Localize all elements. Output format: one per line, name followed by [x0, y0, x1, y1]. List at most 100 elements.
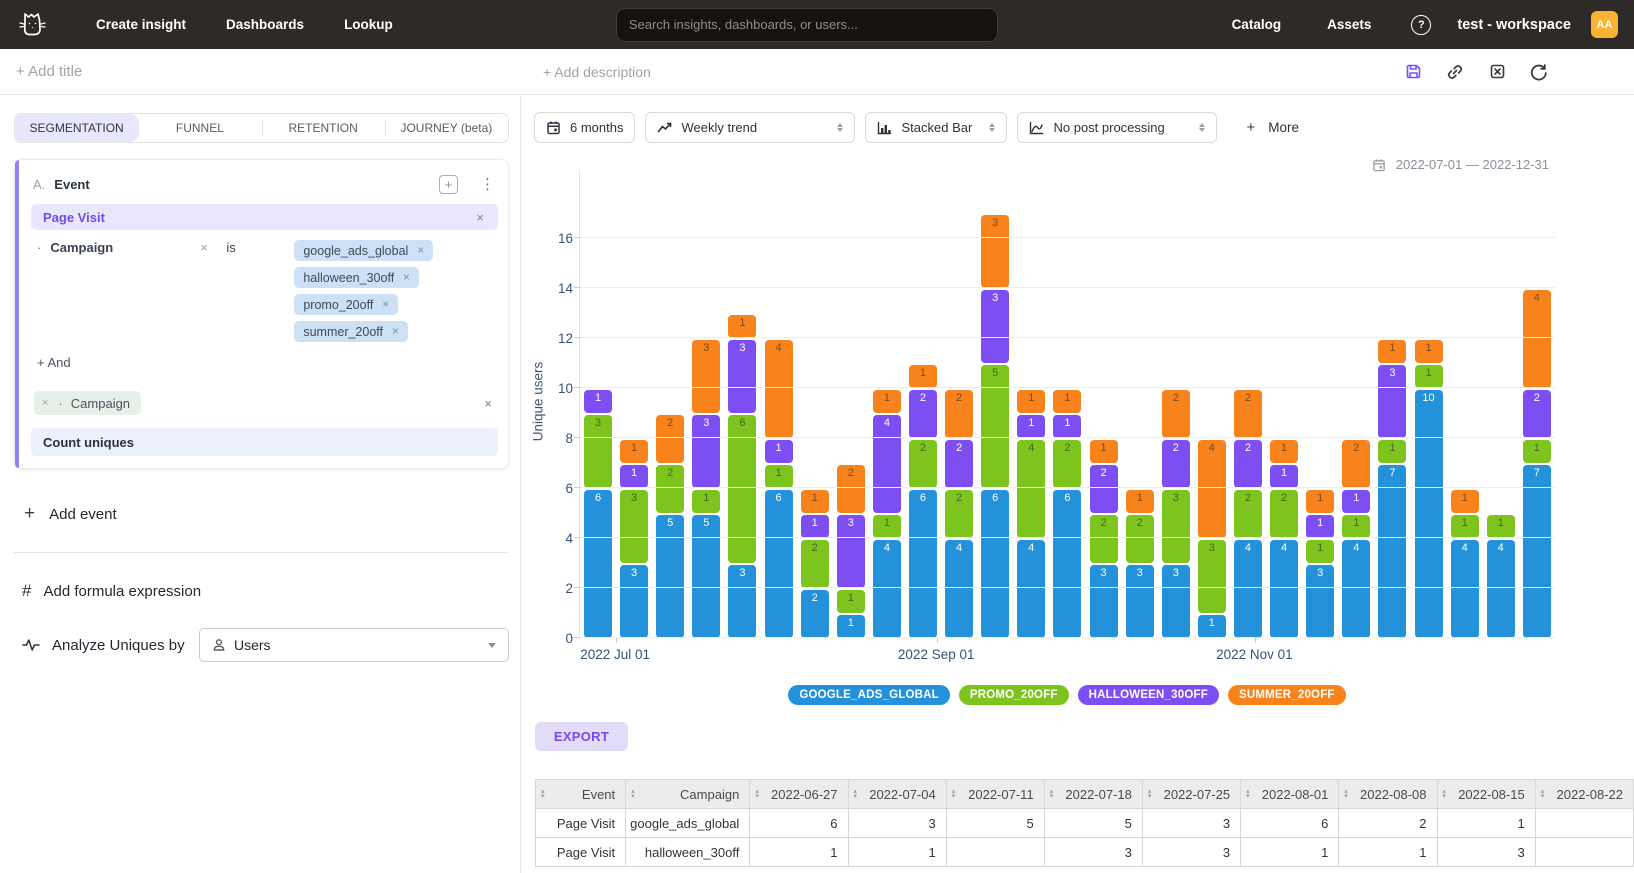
filter-value-chip[interactable]: halloween_30off× [294, 267, 419, 288]
tab-segmentation[interactable]: SEGMENTATION [15, 114, 138, 142]
bar-segment-summer-20off[interactable]: 1 [1270, 440, 1298, 463]
filter-value-chip[interactable]: summer_20off× [294, 321, 407, 342]
bar-segment-google-ads-global[interactable]: 3 [1090, 565, 1118, 638]
refresh-icon[interactable] [1530, 63, 1548, 81]
bar-segment-halloween-30off[interactable]: 2 [1090, 465, 1118, 513]
column-header-2022-08-01[interactable]: ▴▾2022-08-01 [1241, 780, 1339, 809]
bar-segment-google-ads-global[interactable]: 5 [656, 515, 684, 638]
bar-segment-summer-20off[interactable]: 4 [1523, 290, 1551, 388]
bar-segment-promo-20off[interactable]: 2 [801, 540, 829, 588]
bar-segment-summer-20off[interactable]: 2 [1162, 390, 1190, 438]
bar-segment-google-ads-global[interactable]: 6 [765, 490, 793, 638]
add-description-field[interactable]: + Add description [543, 64, 651, 80]
analyze-by-select[interactable]: Users [199, 628, 509, 662]
search-input[interactable] [629, 17, 985, 32]
bar-segment-halloween-30off[interactable]: 3 [1378, 365, 1406, 438]
remove-value-icon[interactable]: × [382, 299, 389, 311]
sort-icon[interactable]: ▴▾ [1344, 789, 1348, 799]
bar-segment-google-ads-global[interactable]: 7 [1523, 465, 1551, 638]
export-button[interactable]: EXPORT [535, 722, 628, 751]
bar-segment-google-ads-global[interactable]: 3 [728, 565, 756, 638]
filter-value-chip[interactable]: promo_20off× [294, 294, 398, 315]
bar-segment-promo-20off[interactable]: 1 [1378, 440, 1406, 463]
bar-segment-google-ads-global[interactable]: 6 [909, 490, 937, 638]
bar-segment-google-ads-global[interactable]: 1 [837, 615, 865, 638]
bar-segment-halloween-30off[interactable]: 2 [945, 440, 973, 488]
bar-segment-halloween-30off[interactable]: 1 [1342, 490, 1370, 513]
bar-segment-summer-20off[interactable]: 1 [1306, 490, 1334, 513]
bar-segment-promo-20off[interactable]: 3 [620, 490, 648, 563]
bar-segment-halloween-30off[interactable]: 1 [765, 440, 793, 463]
bar-segment-promo-20off[interactable]: 3 [584, 415, 612, 488]
chart-type-select[interactable]: Stacked Bar [865, 112, 1007, 143]
remove-filter-icon[interactable]: × [200, 240, 226, 342]
bar-segment-summer-20off[interactable]: 3 [692, 340, 720, 413]
bar-segment-promo-20off[interactable]: 4 [1017, 440, 1045, 538]
clear-breakdown-icon[interactable]: × [484, 396, 492, 411]
bar-segment-google-ads-global[interactable]: 3 [1126, 565, 1154, 638]
legend-promo-20off[interactable]: PROMO_20OFF [959, 685, 1069, 705]
column-header-2022-07-25[interactable]: ▴▾2022-07-25 [1142, 780, 1240, 809]
remove-event-icon[interactable]: × [474, 210, 486, 225]
duplicate-event-icon[interactable]: + [439, 175, 458, 194]
add-and-filter-button[interactable]: + And [37, 355, 83, 370]
column-header-campaign[interactable]: ▴▾Campaign [626, 780, 750, 809]
bar-segment-google-ads-global[interactable]: 1 [1198, 615, 1226, 638]
bar-segment-summer-20off[interactable]: 1 [1451, 490, 1479, 513]
bar-segment-promo-20off[interactable]: 2 [909, 440, 937, 488]
bar-segment-halloween-30off[interactable]: 1 [584, 390, 612, 413]
bar-segment-summer-20off[interactable]: 2 [837, 465, 865, 513]
bar-segment-halloween-30off[interactable]: 3 [692, 415, 720, 488]
link-icon[interactable] [1446, 63, 1464, 81]
column-header-2022-08-22[interactable]: ▴▾2022-08-22 [1535, 780, 1633, 809]
bar-segment-google-ads-global[interactable]: 4 [1451, 540, 1479, 638]
bar-segment-summer-20off[interactable]: 1 [1053, 390, 1081, 413]
bar-segment-halloween-30off[interactable]: 1 [1017, 415, 1045, 438]
filter-property[interactable]: Campaign [50, 240, 200, 342]
bar-segment-google-ads-global[interactable]: 7 [1378, 465, 1406, 638]
remove-value-icon[interactable]: × [403, 272, 410, 284]
column-header-event[interactable]: ▴▾Event [536, 780, 626, 809]
aggregation-selector[interactable]: Count uniques [31, 428, 498, 456]
bar-segment-google-ads-global[interactable]: 4 [1487, 540, 1515, 638]
app-logo-cat-icon[interactable] [16, 7, 50, 43]
sort-icon[interactable]: ▴▾ [1246, 789, 1250, 799]
bar-segment-halloween-30off[interactable]: 2 [909, 390, 937, 438]
bar-segment-summer-20off[interactable]: 1 [909, 365, 937, 388]
bar-segment-google-ads-global[interactable]: 4 [873, 540, 901, 638]
breakdown-chip[interactable]: × · Campaign [34, 391, 141, 415]
filter-value-chip[interactable]: google_ads_global× [294, 240, 433, 261]
bar-segment-google-ads-global[interactable]: 3 [1162, 565, 1190, 638]
legend-google-ads-global[interactable]: GOOGLE_ADS_GLOBAL [788, 685, 950, 705]
remove-value-icon[interactable]: × [392, 326, 399, 338]
bar-segment-promo-20off[interactable]: 1 [873, 515, 901, 538]
legend-halloween-30off[interactable]: HALLOWEEN_30OFF [1078, 685, 1219, 705]
user-avatar[interactable]: AA [1591, 11, 1618, 38]
column-header-2022-07-18[interactable]: ▴▾2022-07-18 [1044, 780, 1142, 809]
column-header-2022-07-04[interactable]: ▴▾2022-07-04 [848, 780, 946, 809]
bar-segment-summer-20off[interactable]: 1 [728, 315, 756, 338]
bar-segment-promo-20off[interactable]: 5 [981, 365, 1009, 488]
bar-segment-summer-20off[interactable]: 1 [1378, 340, 1406, 363]
bar-segment-promo-20off[interactable]: 1 [1487, 515, 1515, 538]
bar-segment-halloween-30off[interactable]: 1 [1306, 515, 1334, 538]
nav-create-insight[interactable]: Create insight [76, 9, 206, 40]
bar-segment-summer-20off[interactable]: 1 [1017, 390, 1045, 413]
bar-segment-summer-20off[interactable]: 1 [620, 440, 648, 463]
filter-operator[interactable]: is [226, 240, 294, 342]
bar-segment-promo-20off[interactable]: 1 [692, 490, 720, 513]
bar-segment-halloween-30off[interactable]: 2 [1234, 440, 1262, 488]
bar-segment-google-ads-global[interactable]: 5 [692, 515, 720, 638]
bar-segment-google-ads-global[interactable]: 6 [584, 490, 612, 638]
bar-segment-summer-20off[interactable]: 2 [1342, 440, 1370, 488]
close-box-icon[interactable] [1488, 63, 1506, 81]
event-selector[interactable]: Page Visit × [31, 204, 498, 230]
bar-segment-promo-20off[interactable]: 2 [945, 490, 973, 538]
sort-icon[interactable]: ▴▾ [755, 789, 759, 799]
bar-segment-halloween-30off[interactable]: 1 [620, 465, 648, 488]
bar-segment-google-ads-global[interactable]: 4 [1234, 540, 1262, 638]
nav-assets[interactable]: Assets [1307, 9, 1391, 40]
bar-segment-summer-20off[interactable]: 1 [873, 390, 901, 413]
sort-icon[interactable]: ▴▾ [541, 789, 545, 799]
bar-segment-halloween-30off[interactable]: 2 [1162, 440, 1190, 488]
